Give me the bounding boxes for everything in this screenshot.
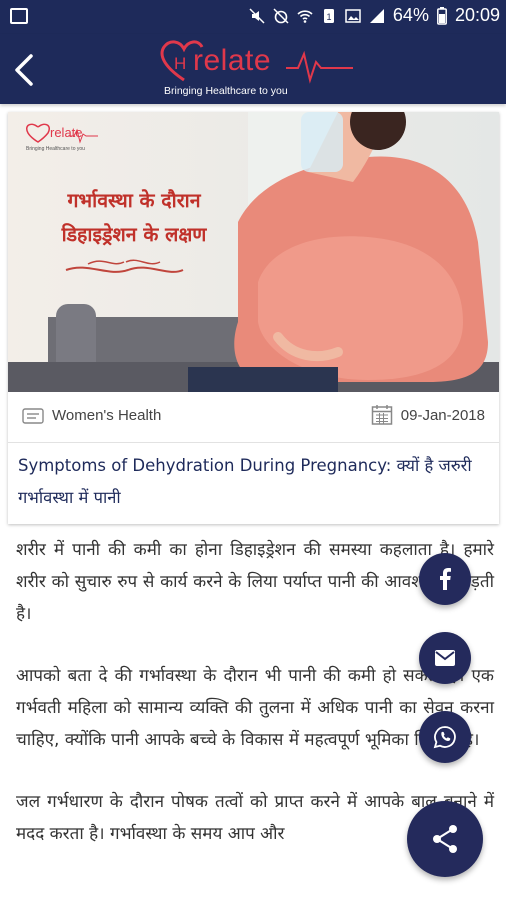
hero-logo-text: relate [50, 125, 83, 140]
share-icon [433, 825, 457, 853]
image-icon [345, 8, 361, 23]
article-hero-image: relate Bringing Healthcare to you गर्भाव… [8, 112, 499, 392]
date-text: 09-Jan-2018 [400, 406, 485, 424]
article-title: Symptoms of Dehydration During Pregnancy… [18, 456, 472, 507]
hero-logo: relate Bringing Healthcare to you [26, 124, 85, 152]
hero-heading: गर्भावस्था के दौरान डिहाइड्रेशन के लक्षण [34, 184, 234, 252]
app-logo: H relate Bringing Healthcare to you [158, 36, 358, 102]
share-fab[interactable] [407, 801, 483, 877]
calendar-icon [371, 405, 393, 425]
category[interactable]: Women's Health [22, 407, 161, 424]
gallery-notification-icon [10, 8, 28, 24]
facebook-icon [440, 568, 451, 590]
category-label: Women's Health [52, 407, 162, 424]
status-icons: 1 64% 20:09 [249, 5, 500, 26]
email-icon [435, 650, 455, 666]
whatsapp-icon [433, 726, 456, 749]
article-meta: Women's Health 09-Jan-2018 [8, 392, 499, 443]
email-share-button[interactable] [419, 632, 471, 684]
category-icon [22, 407, 44, 424]
sim-icon: 1 [323, 8, 334, 23]
facebook-share-button[interactable] [419, 553, 471, 605]
logo-text: relate [193, 44, 272, 77]
signal-icon [369, 8, 384, 23]
hero-logo-tagline: Bringing Healthcare to you [26, 146, 85, 152]
whatsapp-share-button[interactable] [419, 711, 471, 763]
status-bar: 1 64% 20:09 [0, 0, 506, 34]
mute-icon [249, 7, 265, 24]
battery-percent: 64% [392, 5, 429, 25]
svg-text:H: H [174, 54, 186, 73]
logo-tagline: Bringing Healthcare to you [164, 85, 288, 97]
clock: 20:09 [454, 5, 500, 25]
hero-heading-line-2: डिहाइड्रेशन के लक्षण [61, 223, 207, 246]
hero-illustration [8, 112, 499, 392]
alarm-off-icon [273, 7, 289, 24]
article-card[interactable]: relate Bringing Healthcare to you गर्भाव… [8, 112, 499, 524]
publish-date: 09-Jan-2018 [371, 404, 485, 426]
chevron-left-icon [15, 54, 33, 86]
svg-text:1: 1 [326, 12, 331, 22]
hero-heading-line-1: गर्भावस्था के दौरान [67, 189, 201, 212]
back-button[interactable] [6, 48, 42, 92]
battery-icon [437, 6, 447, 25]
wifi-icon [297, 9, 313, 23]
